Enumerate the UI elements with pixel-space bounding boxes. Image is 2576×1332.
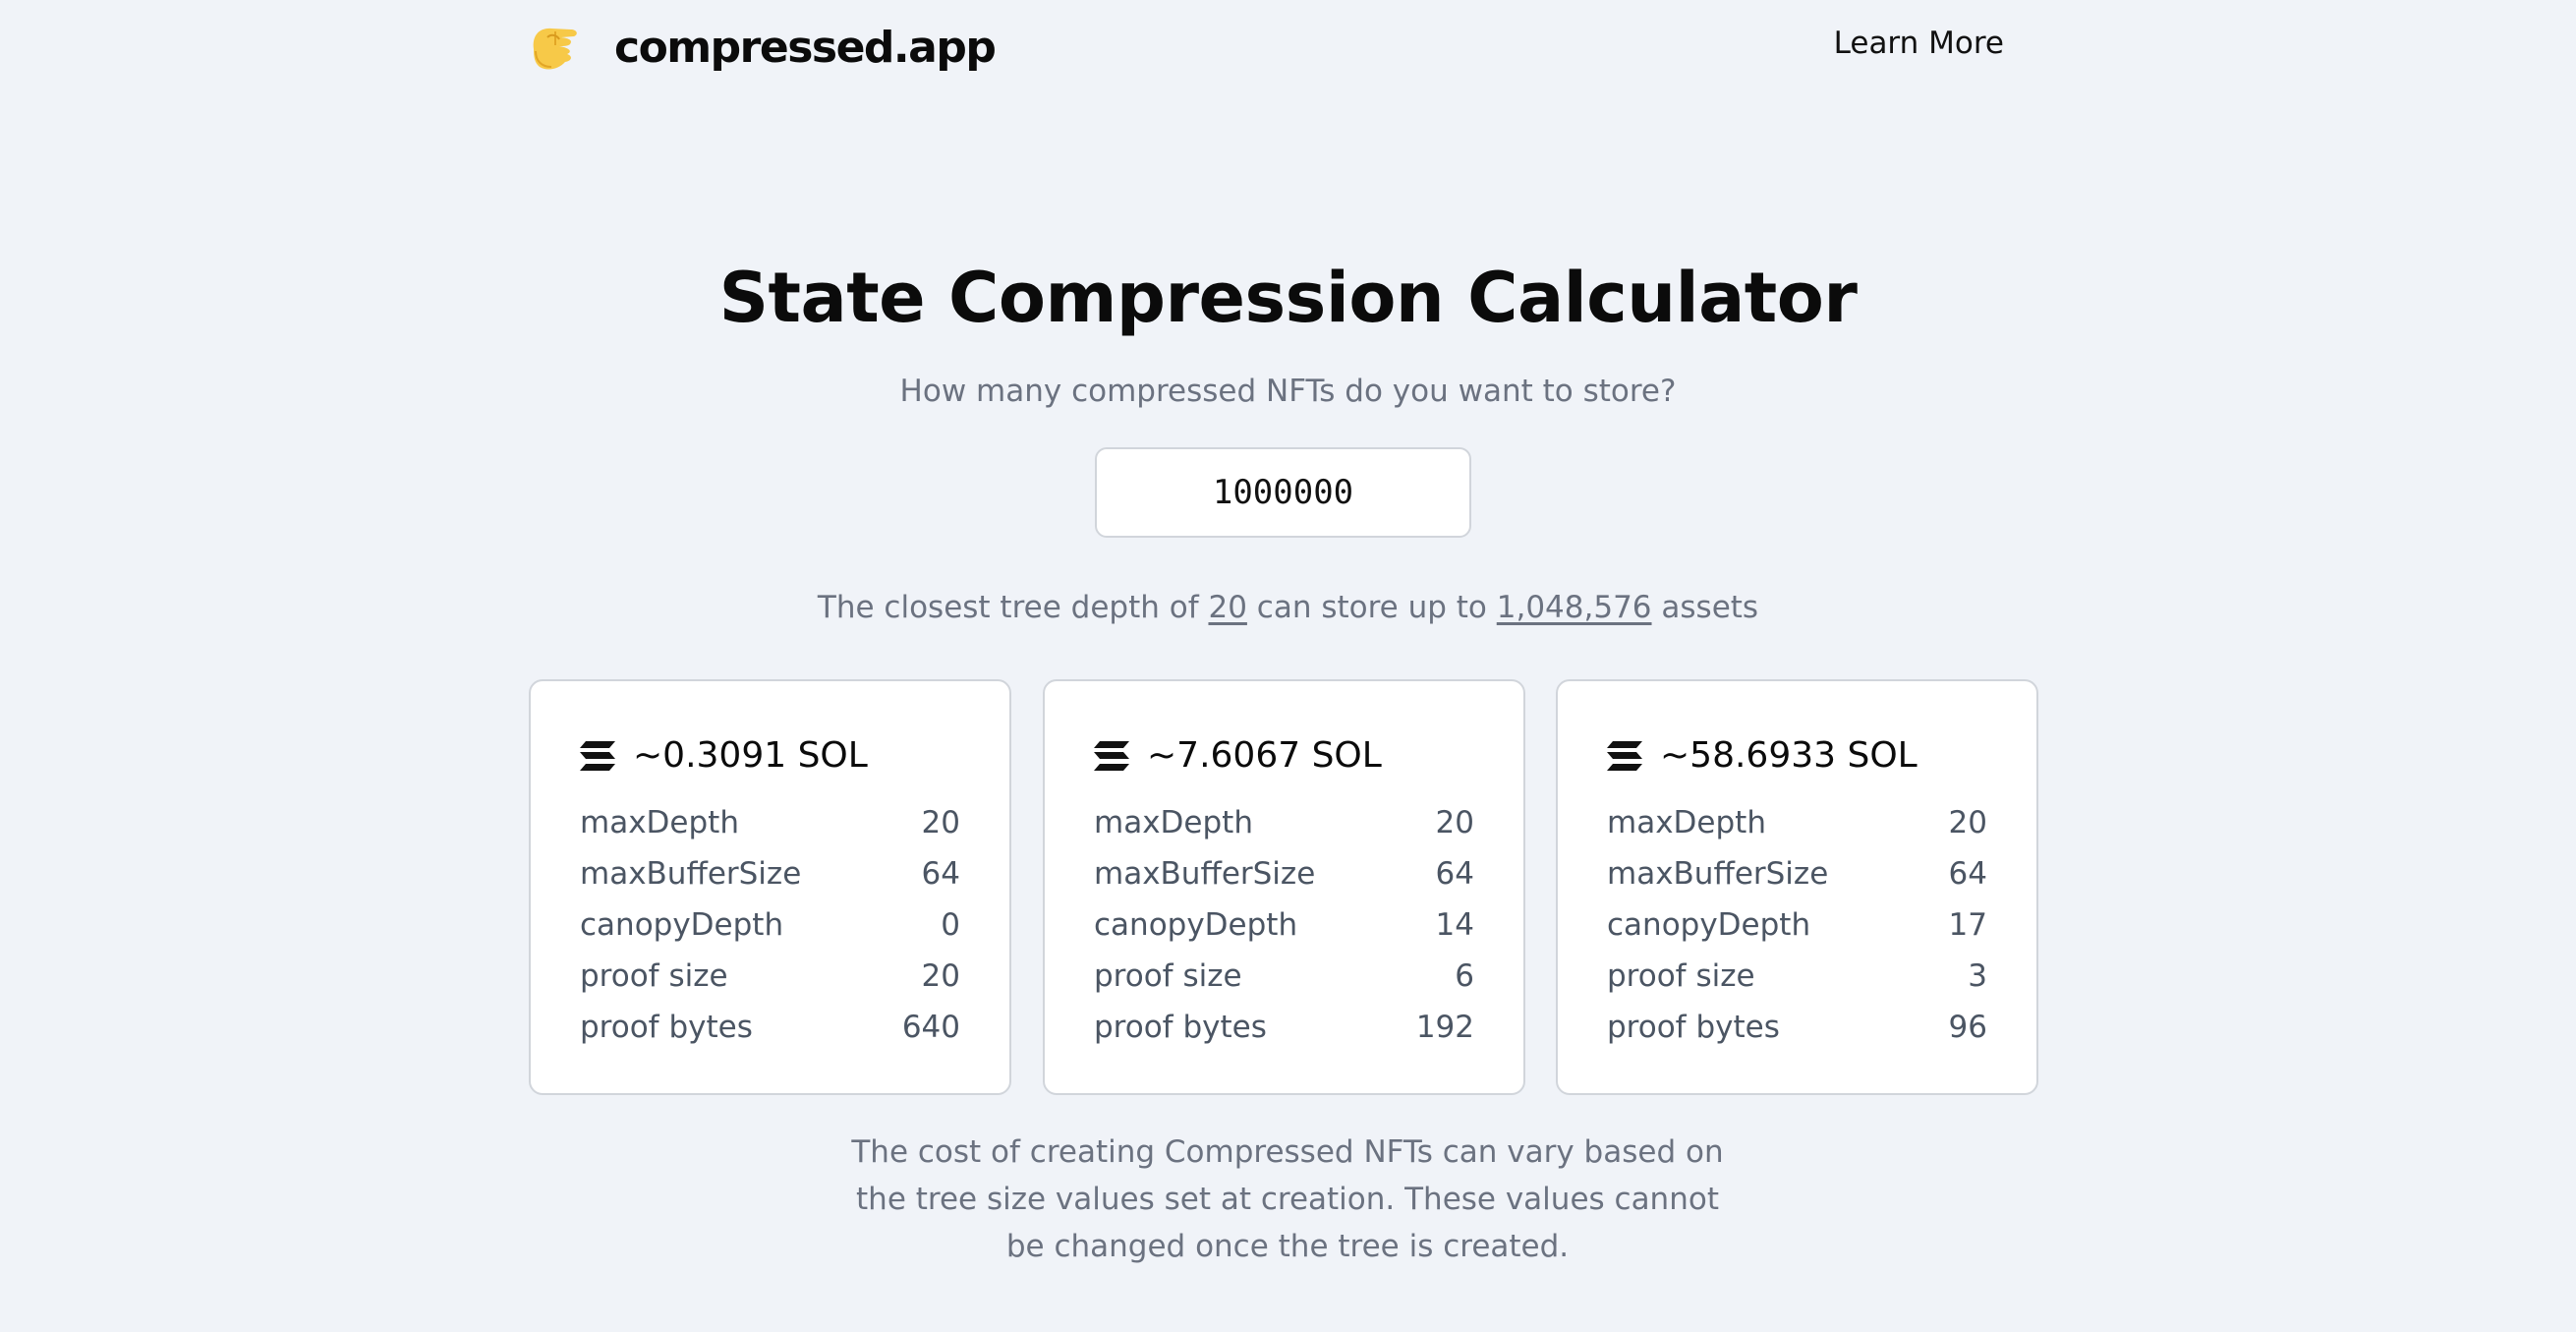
param-row: proof bytes 192 (1094, 1002, 1474, 1053)
card-params: maxDepth 20 maxBufferSize 64 canopyDepth 17… (1607, 797, 1987, 1053)
param-label: maxDepth (1607, 805, 1766, 840)
solana-icon (1607, 740, 1642, 771)
param-row: maxDepth 20 (1094, 797, 1474, 848)
param-value: 96 (1948, 1010, 1987, 1045)
card-cost: ~58.6933 SOL (1660, 735, 1918, 776)
param-value: 64 (1435, 856, 1474, 892)
param-value: 20 (1948, 805, 1987, 840)
param-value: 20 (1435, 805, 1474, 840)
param-row: maxBufferSize 64 (1094, 848, 1474, 899)
card-header: ~58.6933 SOL (1605, 735, 1918, 776)
pinching-hand-icon (533, 28, 577, 70)
nft-count-input[interactable] (1095, 447, 1471, 538)
param-label: proof bytes (1607, 1010, 1780, 1045)
tree-depth-value: 20 (1208, 590, 1247, 625)
tree-depth-summary: The closest tree depth of 20 can store u… (0, 590, 2576, 625)
param-label: proof size (580, 958, 728, 994)
param-row: maxBufferSize 64 (1607, 848, 1987, 899)
param-row: maxDepth 20 (580, 797, 960, 848)
param-row: proof bytes 96 (1607, 1002, 1987, 1053)
param-label: maxDepth (580, 805, 739, 840)
card-header: ~7.6067 SOL (1092, 735, 1382, 776)
param-value: 20 (921, 805, 960, 840)
home-logo-link[interactable]: compressed.app (528, 18, 997, 77)
logo-text: compressed.app (614, 22, 997, 73)
param-row: canopyDepth 0 (580, 899, 960, 951)
param-value: 640 (901, 1010, 960, 1045)
param-row: proof size 20 (580, 951, 960, 1002)
param-label: proof size (1607, 958, 1755, 994)
param-value: 192 (1415, 1010, 1474, 1045)
param-row: maxDepth 20 (1607, 797, 1987, 848)
solana-icon (1094, 740, 1129, 771)
param-label: proof size (1094, 958, 1242, 994)
card-header: ~0.3091 SOL (578, 735, 868, 776)
solana-icon (580, 740, 615, 771)
param-label: canopyDepth (580, 907, 784, 943)
param-row: proof size 6 (1094, 951, 1474, 1002)
param-label: maxBufferSize (1607, 856, 1829, 892)
learn-more-link[interactable]: Learn More (1834, 26, 2004, 61)
param-row: canopyDepth 14 (1094, 899, 1474, 951)
cost-disclaimer: The cost of creating Compressed NFTs can… (851, 1134, 1724, 1264)
param-value: 20 (921, 958, 960, 994)
param-label: maxDepth (1094, 805, 1253, 840)
card-params: maxDepth 20 maxBufferSize 64 canopyDepth 14… (1094, 797, 1474, 1053)
param-value: 64 (1948, 856, 1987, 892)
param-label: canopyDepth (1607, 907, 1811, 943)
card-cost: ~7.6067 SOL (1147, 735, 1382, 776)
param-label: proof bytes (1094, 1010, 1267, 1045)
cost-option-card[interactable]: ~58.6933 SOL maxDepth 20 maxBufferSize 64 … (1556, 679, 2038, 1095)
param-label: maxBufferSize (1094, 856, 1316, 892)
param-value: 0 (941, 907, 960, 943)
param-row: proof size 3 (1607, 951, 1987, 1002)
param-row: maxBufferSize 64 (580, 848, 960, 899)
param-label: canopyDepth (1094, 907, 1298, 943)
param-value: 17 (1948, 907, 1987, 943)
param-value: 14 (1435, 907, 1474, 943)
page-subtitle: How many compressed NFTs do you want to … (899, 374, 1677, 409)
card-cost: ~0.3091 SOL (633, 735, 868, 776)
depth-suffix: assets (1661, 590, 1759, 625)
param-value: 3 (1968, 958, 1987, 994)
tree-capacity-value: 1,048,576 (1496, 590, 1652, 625)
param-value: 64 (921, 856, 960, 892)
param-row: proof bytes 640 (580, 1002, 960, 1053)
page: compressed.app Learn More State Compress… (0, 0, 2576, 1332)
depth-prefix: The closest tree depth of (817, 590, 1199, 625)
page-title: State Compression Calculator (718, 258, 1858, 338)
param-label: proof bytes (580, 1010, 753, 1045)
card-params: maxDepth 20 maxBufferSize 64 canopyDepth 0 … (580, 797, 960, 1053)
depth-middle: can store up to (1256, 590, 1487, 625)
param-value: 6 (1455, 958, 1474, 994)
cost-option-card[interactable]: ~0.3091 SOL maxDepth 20 maxBufferSize 64 c… (529, 679, 1011, 1095)
cost-option-card[interactable]: ~7.6067 SOL maxDepth 20 maxBufferSize 64 c… (1043, 679, 1525, 1095)
param-label: maxBufferSize (580, 856, 802, 892)
param-row: canopyDepth 17 (1607, 899, 1987, 951)
